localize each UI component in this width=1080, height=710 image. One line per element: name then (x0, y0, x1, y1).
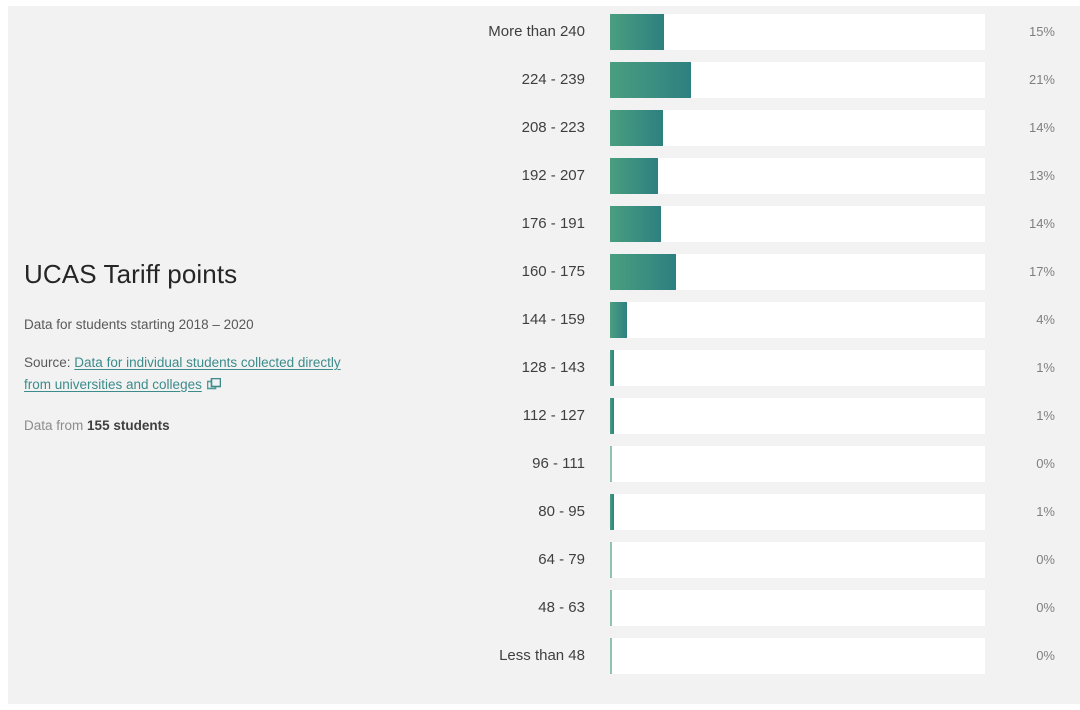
bar-row: More than 240 15% (0, 14, 1080, 50)
bar-track (610, 206, 985, 242)
bar-fill[interactable] (610, 542, 613, 578)
bar-row: 48 - 63 0% (0, 590, 1080, 626)
bar-percent-label: 0% (1036, 552, 1055, 567)
bar-category-label: 192 - 207 (521, 167, 585, 184)
bar-row: 144 - 159 4% (0, 302, 1080, 338)
bar-track (610, 14, 985, 50)
bar-percent-label: 4% (1036, 312, 1055, 327)
bar-fill[interactable] (610, 206, 661, 242)
bar-fill[interactable] (610, 446, 613, 482)
bar-fill[interactable] (610, 398, 615, 434)
bar-percent-label: 14% (1028, 216, 1055, 231)
bar-chart: More than 240 15% 224 - 239 21% 208 - 223 14%… (0, 14, 1080, 674)
bar-track (610, 542, 985, 578)
bar-track (610, 254, 985, 290)
chart-page: UCAS Tariff points Data for students sta… (0, 0, 1080, 710)
bar-row: 192 - 207 13% (0, 158, 1080, 194)
bar-percent-label: 1% (1036, 504, 1055, 519)
bar-fill[interactable] (610, 638, 613, 674)
bar-row: 176 - 191 14% (0, 206, 1080, 242)
bar-percent-label: 1% (1036, 408, 1055, 423)
bar-track (610, 110, 985, 146)
bar-category-label: 208 - 223 (521, 119, 585, 136)
bar-track (610, 302, 985, 338)
bar-percent-label: 21% (1028, 72, 1055, 87)
bar-percent-label: 0% (1036, 600, 1055, 615)
bar-percent-label: 15% (1028, 24, 1055, 39)
bar-fill[interactable] (610, 110, 663, 146)
bar-row: 80 - 95 1% (0, 494, 1080, 530)
bar-percent-label: 13% (1028, 168, 1055, 183)
bar-track (610, 494, 985, 530)
bar-category-label: 112 - 127 (522, 407, 585, 424)
bar-percent-label: 14% (1028, 120, 1055, 135)
bar-fill[interactable] (610, 158, 658, 194)
bar-row: 160 - 175 17% (0, 254, 1080, 290)
bar-row: Less than 48 0% (0, 638, 1080, 674)
bar-fill[interactable] (610, 14, 664, 50)
bar-track (610, 638, 985, 674)
bar-percent-label: 0% (1036, 456, 1055, 471)
bar-category-label: 144 - 159 (521, 311, 585, 328)
bar-row: 112 - 127 1% (0, 398, 1080, 434)
bar-fill[interactable] (610, 62, 691, 98)
bar-category-label: Less than 48 (499, 647, 585, 664)
bar-fill[interactable] (610, 302, 627, 338)
bar-category-label: 48 - 63 (538, 599, 585, 616)
bar-track (610, 158, 985, 194)
bar-percent-label: 17% (1028, 264, 1055, 279)
bar-category-label: 128 - 143 (521, 359, 585, 376)
bar-category-label: 160 - 175 (521, 263, 585, 280)
bar-category-label: 96 - 111 (532, 455, 585, 472)
bar-track (610, 350, 985, 386)
bar-track (610, 590, 985, 626)
bar-track (610, 62, 985, 98)
bar-category-label: More than 240 (488, 23, 585, 40)
bar-category-label: 224 - 239 (521, 71, 585, 88)
bar-track (610, 398, 985, 434)
bar-percent-label: 0% (1036, 648, 1055, 663)
bar-category-label: 80 - 95 (538, 503, 585, 520)
bar-fill[interactable] (610, 590, 613, 626)
bar-category-label: 176 - 191 (521, 215, 585, 232)
bar-fill[interactable] (610, 254, 676, 290)
bar-fill[interactable] (610, 350, 615, 386)
bar-row: 224 - 239 21% (0, 62, 1080, 98)
bar-row: 208 - 223 14% (0, 110, 1080, 146)
bar-row: 64 - 79 0% (0, 542, 1080, 578)
bar-track (610, 446, 985, 482)
bar-category-label: 64 - 79 (538, 551, 585, 568)
bar-row: 96 - 111 0% (0, 446, 1080, 482)
bar-fill[interactable] (610, 494, 615, 530)
bar-percent-label: 1% (1036, 360, 1055, 375)
bar-row: 128 - 143 1% (0, 350, 1080, 386)
